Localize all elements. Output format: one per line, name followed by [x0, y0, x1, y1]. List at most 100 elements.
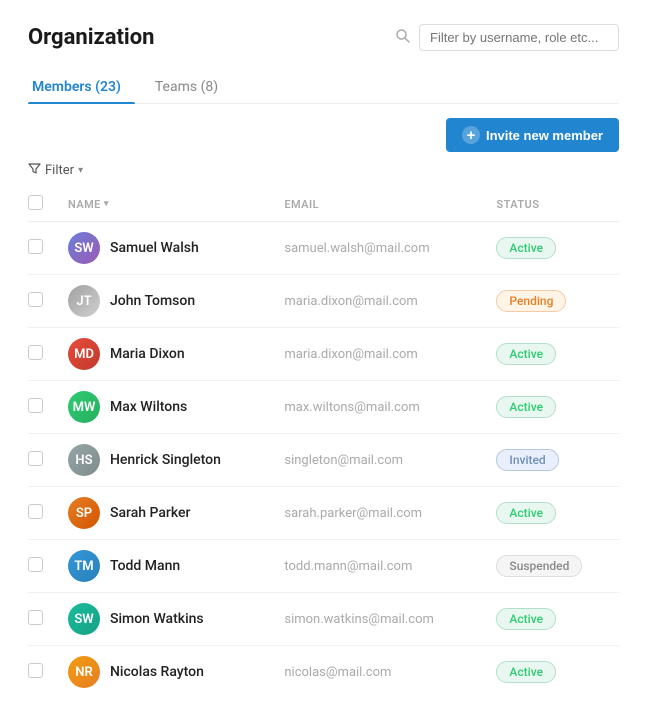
- header: Organization: [28, 24, 619, 51]
- row-checkbox-cell: [28, 646, 60, 699]
- email-cell: sarah.parker@mail.com: [276, 487, 488, 540]
- status-badge: Active: [496, 343, 556, 365]
- email-cell: todd.mann@mail.com: [276, 540, 488, 593]
- member-name: Samuel Walsh: [110, 240, 199, 256]
- tabs-bar: Members (23) Teams (8): [28, 71, 619, 104]
- email-cell: simon.watkins@mail.com: [276, 593, 488, 646]
- filter-icon: [28, 162, 41, 179]
- email-cell: singleton@mail.com: [276, 434, 488, 487]
- row-checkbox[interactable]: [28, 239, 43, 254]
- table-row: JT John Tomson maria.dixon@mail.com Pend…: [28, 275, 619, 328]
- row-checkbox[interactable]: [28, 504, 43, 519]
- avatar: HS: [68, 444, 100, 476]
- table-header-row: NAME ▾ EMAIL STATUS: [28, 189, 619, 222]
- status-badge: Active: [496, 396, 556, 418]
- name-cell: MD Maria Dixon: [60, 328, 276, 381]
- avatar: JT: [68, 285, 100, 317]
- email-cell: max.wiltons@mail.com: [276, 381, 488, 434]
- row-checkbox-cell: [28, 275, 60, 328]
- row-checkbox[interactable]: [28, 663, 43, 678]
- name-cell: TM Todd Mann: [60, 540, 276, 593]
- name-sort-button[interactable]: NAME ▾: [68, 198, 109, 211]
- row-checkbox-cell: [28, 328, 60, 381]
- select-all-col: [28, 189, 60, 222]
- status-badge: Pending: [496, 290, 566, 312]
- table-row: SW Samuel Walsh samuel.walsh@mail.com Ac…: [28, 222, 619, 275]
- tab-teams[interactable]: Teams (8): [151, 71, 232, 103]
- row-checkbox[interactable]: [28, 451, 43, 466]
- status-cell: Invited: [488, 434, 619, 487]
- email-cell: samuel.walsh@mail.com: [276, 222, 488, 275]
- status-cell: Suspended: [488, 540, 619, 593]
- select-all-checkbox[interactable]: [28, 195, 43, 210]
- sort-arrow-icon: ▾: [104, 199, 109, 209]
- page-title: Organization: [28, 25, 155, 50]
- member-name: Henrick Singleton: [110, 452, 221, 468]
- table-row: HS Henrick Singleton singleton@mail.com …: [28, 434, 619, 487]
- avatar: NR: [68, 656, 100, 688]
- member-name: Max Wiltons: [110, 399, 187, 415]
- col-status: STATUS: [488, 189, 619, 222]
- name-cell: JT John Tomson: [60, 275, 276, 328]
- search-input[interactable]: [419, 24, 619, 51]
- col-email: EMAIL: [276, 189, 488, 222]
- name-cell: HS Henrick Singleton: [60, 434, 276, 487]
- table-row: SW Simon Watkins simon.watkins@mail.com …: [28, 593, 619, 646]
- member-name: Todd Mann: [110, 558, 180, 574]
- status-cell: Pending: [488, 275, 619, 328]
- table-row: NR Nicolas Rayton nicolas@mail.com Activ…: [28, 646, 619, 699]
- plus-icon: +: [462, 126, 480, 144]
- email-cell: nicolas@mail.com: [276, 646, 488, 699]
- row-checkbox[interactable]: [28, 557, 43, 572]
- email-cell: maria.dixon@mail.com: [276, 328, 488, 381]
- member-name: Nicolas Rayton: [110, 664, 204, 680]
- member-name: Maria Dixon: [110, 346, 185, 362]
- table-row: MD Maria Dixon maria.dixon@mail.com Acti…: [28, 328, 619, 381]
- tab-members[interactable]: Members (23): [28, 71, 135, 103]
- name-cell: SW Samuel Walsh: [60, 222, 276, 275]
- row-checkbox[interactable]: [28, 345, 43, 360]
- name-cell: NR Nicolas Rayton: [60, 646, 276, 699]
- row-checkbox-cell: [28, 540, 60, 593]
- invite-button-label: Invite new member: [486, 128, 603, 143]
- status-cell: Active: [488, 381, 619, 434]
- status-badge: Active: [496, 237, 556, 259]
- table-row: MW Max Wiltons max.wiltons@mail.com Acti…: [28, 381, 619, 434]
- page-container: Organization Members (23) Teams (8) + In…: [0, 0, 647, 722]
- status-badge: Active: [496, 502, 556, 524]
- table-row: SP Sarah Parker sarah.parker@mail.com Ac…: [28, 487, 619, 540]
- name-cell: MW Max Wiltons: [60, 381, 276, 434]
- name-cell: SW Simon Watkins: [60, 593, 276, 646]
- name-cell: SP Sarah Parker: [60, 487, 276, 540]
- row-checkbox[interactable]: [28, 398, 43, 413]
- members-table: NAME ▾ EMAIL STATUS SW Samuel Walsh samu…: [28, 189, 619, 698]
- avatar: SW: [68, 603, 100, 635]
- row-checkbox-cell: [28, 593, 60, 646]
- member-name: Simon Watkins: [110, 611, 204, 627]
- status-badge: Active: [496, 608, 556, 630]
- avatar: MW: [68, 391, 100, 423]
- toolbar: + Invite new member: [28, 118, 619, 152]
- email-cell: maria.dixon@mail.com: [276, 275, 488, 328]
- search-icon: [395, 28, 411, 48]
- filter-chevron-icon: ▾: [78, 165, 83, 176]
- status-cell: Active: [488, 328, 619, 381]
- status-cell: Active: [488, 222, 619, 275]
- status-cell: Active: [488, 593, 619, 646]
- member-name: Sarah Parker: [110, 505, 191, 521]
- row-checkbox[interactable]: [28, 610, 43, 625]
- avatar: TM: [68, 550, 100, 582]
- table-row: TM Todd Mann todd.mann@mail.com Suspende…: [28, 540, 619, 593]
- row-checkbox-cell: [28, 222, 60, 275]
- status-cell: Active: [488, 646, 619, 699]
- avatar: SW: [68, 232, 100, 264]
- row-checkbox[interactable]: [28, 292, 43, 307]
- invite-new-member-button[interactable]: + Invite new member: [446, 118, 619, 152]
- filter-label[interactable]: Filter: [45, 163, 74, 178]
- status-badge: Suspended: [496, 555, 582, 577]
- avatar: SP: [68, 497, 100, 529]
- filter-row: Filter ▾: [28, 162, 619, 179]
- member-name: John Tomson: [110, 293, 195, 309]
- row-checkbox-cell: [28, 487, 60, 540]
- row-checkbox-cell: [28, 434, 60, 487]
